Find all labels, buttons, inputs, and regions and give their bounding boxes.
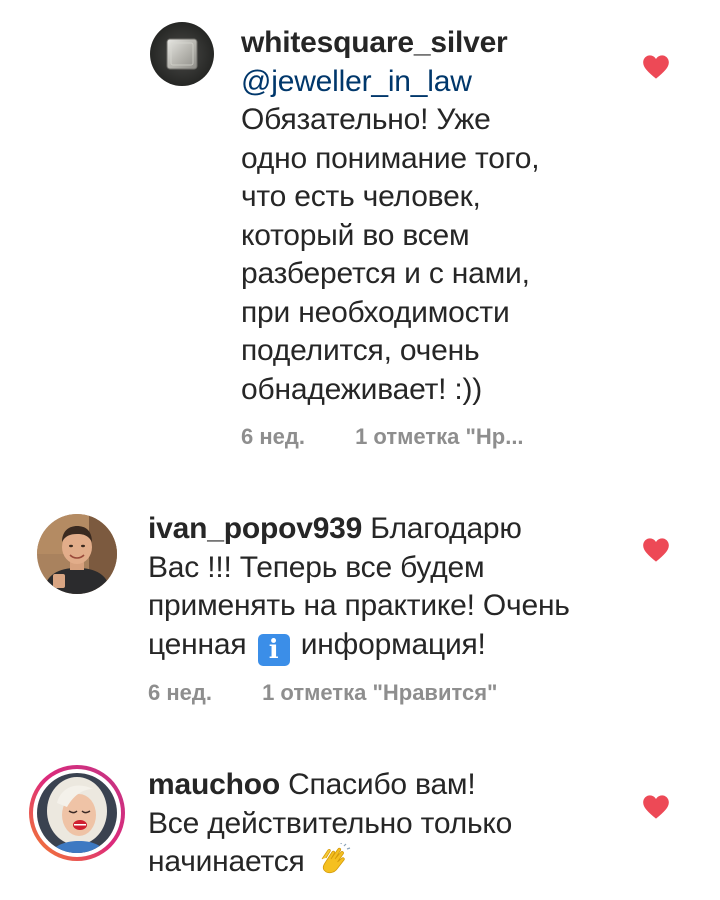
heart-icon[interactable] [642, 537, 670, 563]
comment-ivan-popov939: ivan_popov939 Благодарю Вас !!! Теперь в… [0, 480, 720, 730]
comment-text-line: одно понимание того, [241, 141, 540, 175]
heart-icon[interactable] [642, 794, 670, 820]
avatar-man-photo [37, 514, 117, 594]
avatar[interactable] [37, 514, 117, 594]
comment-text: Благодарю [370, 512, 522, 545]
comment-text-line: Все действительно только [148, 806, 513, 840]
comment-meta: 6 нед. 1 отметка "Нравится" [148, 680, 497, 706]
comment-text-line: применять на практике! Очень [148, 589, 570, 622]
comment-body: whitesquare_silver @jeweller_in_law Обяз… [241, 24, 641, 409]
information-emoji: i [257, 633, 290, 666]
comment-text: начинается [148, 845, 305, 878]
comment-username[interactable]: mauchoo [148, 768, 280, 801]
comment-text-line: поделится, очень [241, 334, 480, 367]
comment-text: информация! [300, 627, 486, 661]
comment-text: Спасибо вам! [288, 768, 476, 801]
comment-text-line: обнадеживает! :)) [241, 372, 483, 406]
comment-text: ценная [148, 627, 247, 661]
comment-body: ivan_popov939 Благодарю Вас !!! Теперь в… [148, 510, 648, 666]
comment-mention-link[interactable]: @jeweller_in_law [241, 65, 472, 98]
comment-whitesquare-silver: whitesquare_silver @jeweller_in_law Обяз… [0, 0, 720, 480]
heart-icon[interactable] [642, 54, 670, 80]
comment-time: 6 нед. [241, 424, 305, 449]
comment-meta: 6 нед. 1 отметка "Нр... [241, 424, 524, 450]
avatar-woman-photo [29, 765, 125, 861]
comment-text-line: что есть человек, [241, 180, 481, 213]
avatar[interactable] [150, 22, 214, 86]
comment-username[interactable]: ivan_popov939 [148, 512, 362, 545]
comment-like-count[interactable]: 1 отметка "Нравится" [262, 680, 497, 706]
comment-text-line: Обязательно! Уже [241, 103, 491, 136]
comment-text-line: который во всем [241, 218, 470, 252]
comment-mauchoo: mauchoo Спасибо вам! Все действительно т… [0, 730, 720, 900]
avatar-silver-square-image [150, 22, 214, 86]
comment-body: mauchoo Спасибо вам! Все действительно т… [148, 766, 648, 882]
comment-time: 6 нед. [148, 680, 212, 705]
avatar-story-ring[interactable] [27, 763, 127, 863]
comment-text-line: Вас !!! Теперь все будем [148, 550, 485, 584]
comment-username[interactable]: whitesquare_silver [241, 26, 508, 59]
comment-text-line: разберется и с нами, [241, 257, 530, 290]
comments-thread: whitesquare_silver @jeweller_in_law Обяз… [0, 0, 720, 900]
clapping-hands-emoji [321, 843, 350, 874]
comment-like-count[interactable]: 1 отметка "Нр... [355, 424, 523, 450]
comment-text-line: при необходимости [241, 295, 510, 329]
